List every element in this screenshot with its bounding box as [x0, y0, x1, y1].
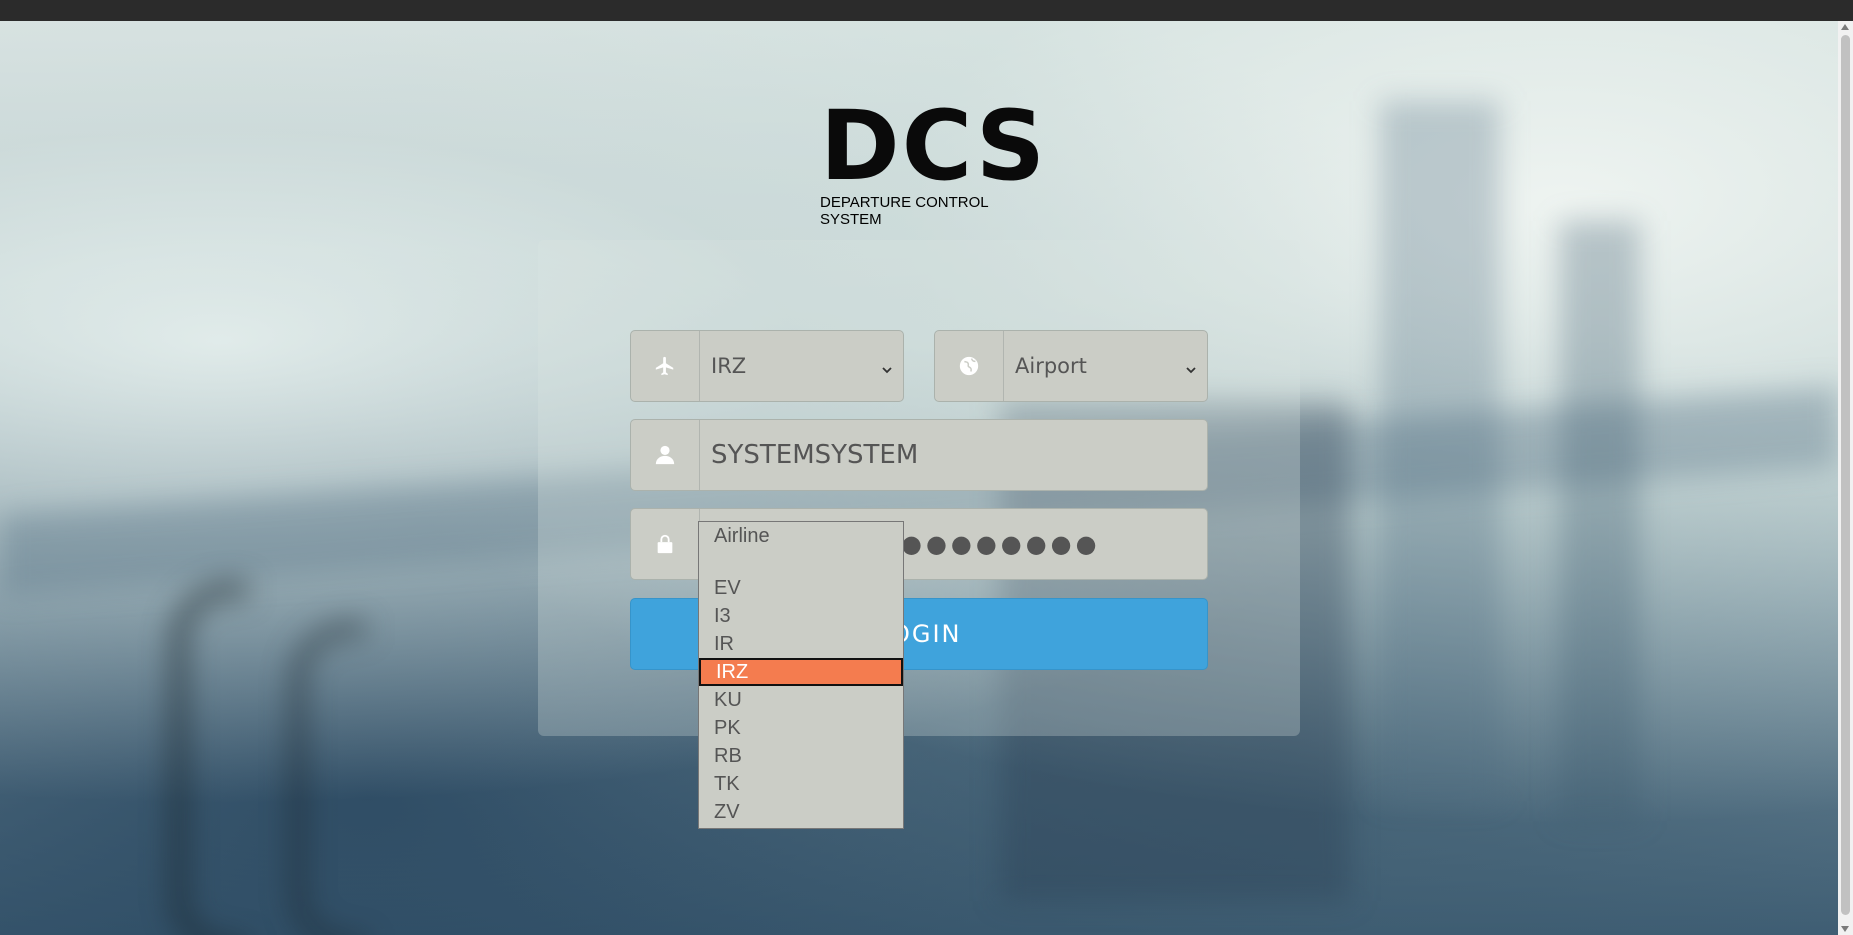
airline-select-value: IRZ [711, 354, 747, 378]
password-value: ●●●●●●●● [901, 530, 1101, 558]
dropdown-option[interactable]: IR [699, 630, 903, 658]
user-icon [631, 420, 700, 490]
page-scrollbar[interactable] [1838, 21, 1853, 935]
dropdown-option[interactable]: EV [699, 574, 903, 602]
globe-icon [935, 331, 1004, 401]
username-field[interactable]: SYSTEMSYSTEM [630, 419, 1208, 491]
airport-select[interactable]: Airport [934, 330, 1208, 402]
logo-title: DCS [820, 90, 1048, 202]
dropdown-option[interactable]: PK [699, 714, 903, 742]
airline-dropdown-list[interactable]: Airline EV I3 IR IRZ KU PK RB TK ZV [698, 521, 904, 829]
dropdown-option[interactable]: ZV [699, 798, 903, 826]
dropdown-option[interactable]: KU [699, 686, 903, 714]
username-value: SYSTEMSYSTEM [711, 440, 919, 470]
airline-select[interactable]: IRZ [630, 330, 904, 402]
dropdown-option-blank[interactable] [699, 550, 903, 574]
dropdown-option-selected[interactable]: IRZ [699, 658, 903, 686]
airplane-icon [631, 331, 700, 401]
dropdown-option[interactable]: TK [699, 770, 903, 798]
lock-icon [631, 509, 700, 579]
browser-top-bar [0, 0, 1853, 21]
chevron-down-icon [881, 361, 893, 374]
dropdown-option[interactable]: I3 [699, 602, 903, 630]
scroll-up-icon[interactable] [1841, 24, 1849, 30]
dcs-logo: DCS DEPARTURE CONTROL SYSTEM [820, 90, 1048, 228]
scrollbar-thumb[interactable] [1841, 35, 1850, 915]
airport-select-value: Airport [1015, 354, 1087, 378]
dropdown-option[interactable]: RB [699, 742, 903, 770]
dropdown-option-placeholder[interactable]: Airline [699, 522, 903, 550]
scroll-down-icon[interactable] [1841, 926, 1849, 932]
chevron-down-icon [1185, 361, 1197, 374]
